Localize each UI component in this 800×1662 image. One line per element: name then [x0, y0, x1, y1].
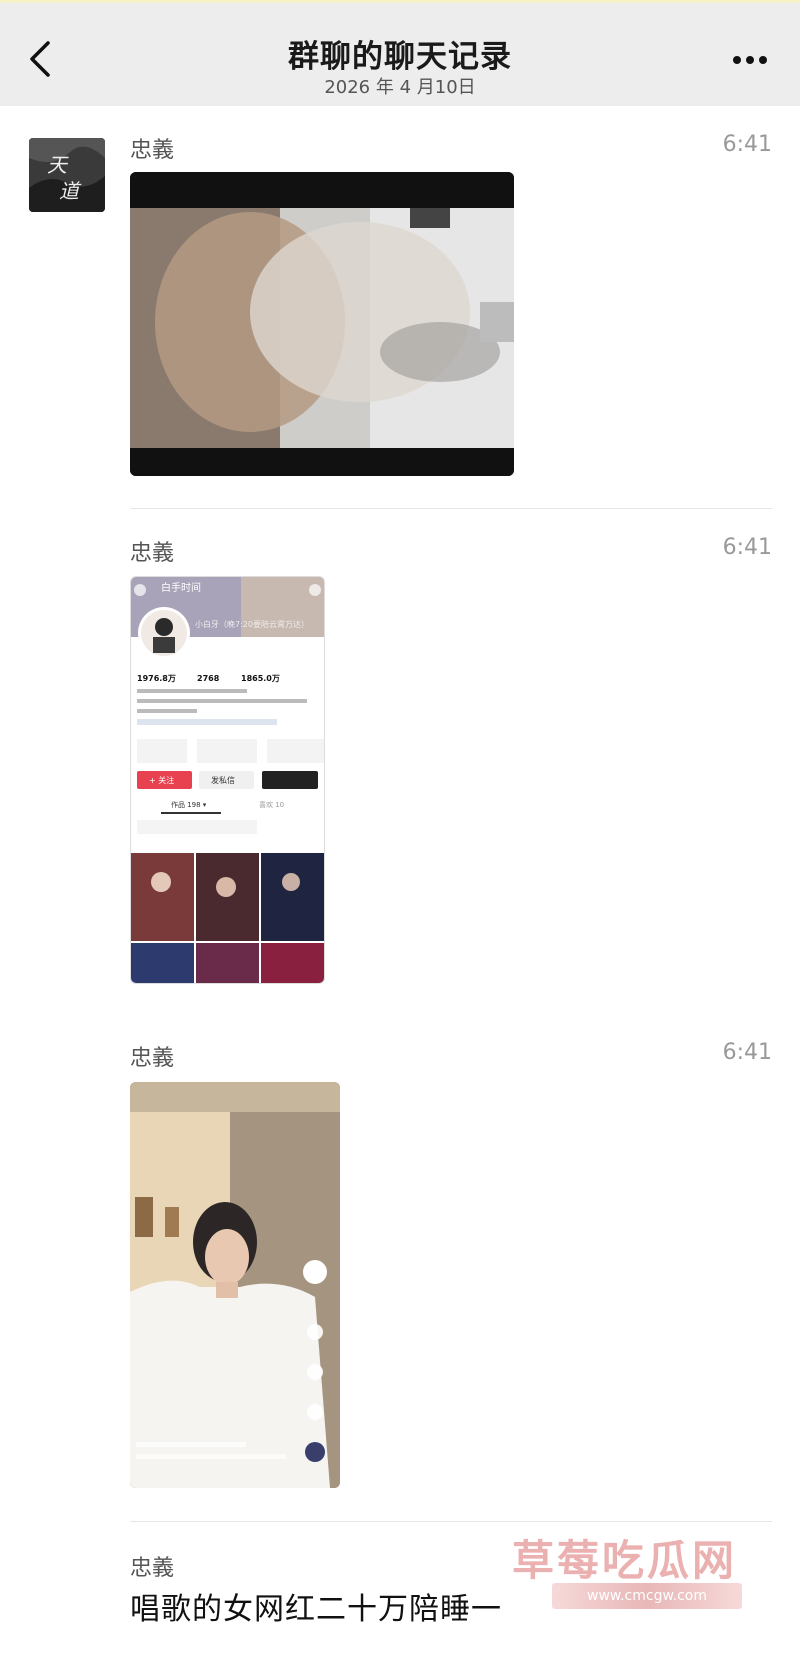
svg-text:发私信: 发私信	[211, 775, 235, 785]
profile-banner-text: 白手时间	[161, 581, 201, 594]
message-sender: 忠義	[130, 1556, 175, 1581]
watermark: 草莓吃瓜网 www.cmcgw.com	[512, 1527, 762, 1617]
message-sender: 忠義	[130, 138, 175, 163]
svg-text:+ 关注: + 关注	[149, 775, 174, 785]
message-sender: 忠義	[130, 541, 175, 566]
message-time: 6:41	[722, 132, 772, 157]
sender-avatar[interactable]: 天 道	[29, 138, 105, 212]
chat-header: 群聊的聊天记录 2026 年 4 月10日	[0, 0, 800, 106]
video-thumbnail[interactable]	[130, 172, 514, 476]
svg-text:1976.8万: 1976.8万	[137, 674, 176, 683]
message-time: 6:41	[722, 1040, 772, 1065]
avatar-image: 天 道	[29, 138, 105, 212]
svg-text:2768: 2768	[197, 674, 220, 683]
message-divider	[130, 508, 772, 509]
profile-screenshot-image[interactable]: 白手时间 小白牙（晚7:20要陪云霄万达） 1976.8万 2768 1865.…	[130, 576, 325, 984]
watermark-title: 草莓吃瓜网	[512, 1536, 738, 1585]
profile-name: 小白牙（晚7:20要陪云霄万达）	[195, 619, 309, 629]
svg-text:作品 198 ▾: 作品 198 ▾	[171, 800, 207, 809]
svg-text:道: 道	[59, 179, 82, 203]
message-divider	[130, 1521, 772, 1522]
portrait-image[interactable]	[130, 1082, 340, 1488]
page-title: 群聊的聊天记录	[288, 39, 512, 75]
message-sender: 忠義	[130, 1046, 175, 1071]
message-time: 6:41	[722, 535, 772, 560]
svg-text:1865.0万: 1865.0万	[241, 674, 280, 683]
svg-text:天: 天	[47, 153, 69, 177]
more-options-icon[interactable]	[732, 55, 768, 65]
message-text: 唱歌的女网红二十万陪睡一	[130, 1592, 502, 1627]
svg-text:喜欢 10: 喜欢 10	[259, 800, 284, 809]
page-subtitle-date: 2026 年 4 月10日	[324, 77, 476, 98]
watermark-url: www.cmcgw.com	[552, 1583, 742, 1609]
